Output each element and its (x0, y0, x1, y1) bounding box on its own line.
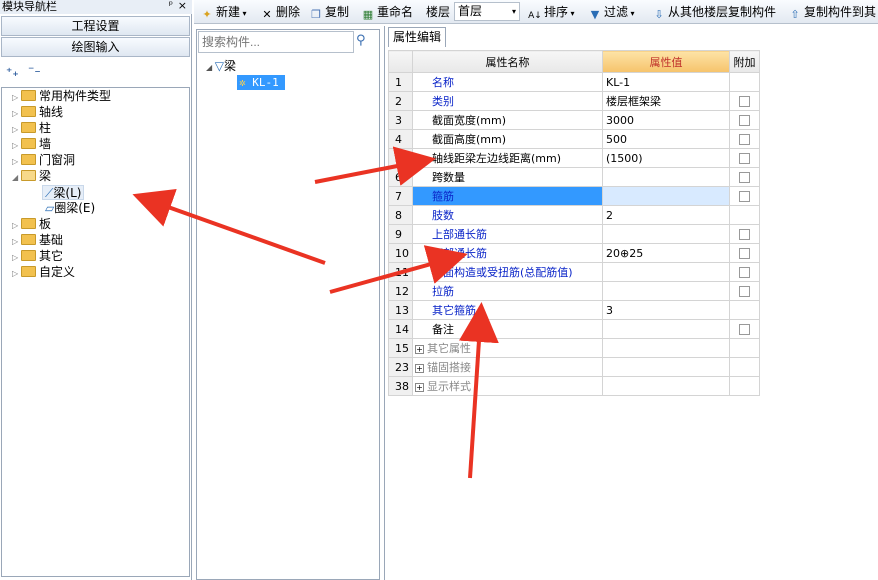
arrow-to-other-stirrup (458, 302, 499, 479)
arrow-to-bottom-rebar (329, 245, 468, 294)
arrow-to-beam-tree (132, 188, 326, 265)
annotation-arrows (132, 146, 499, 479)
arrow-to-axis-distance (314, 146, 436, 186)
